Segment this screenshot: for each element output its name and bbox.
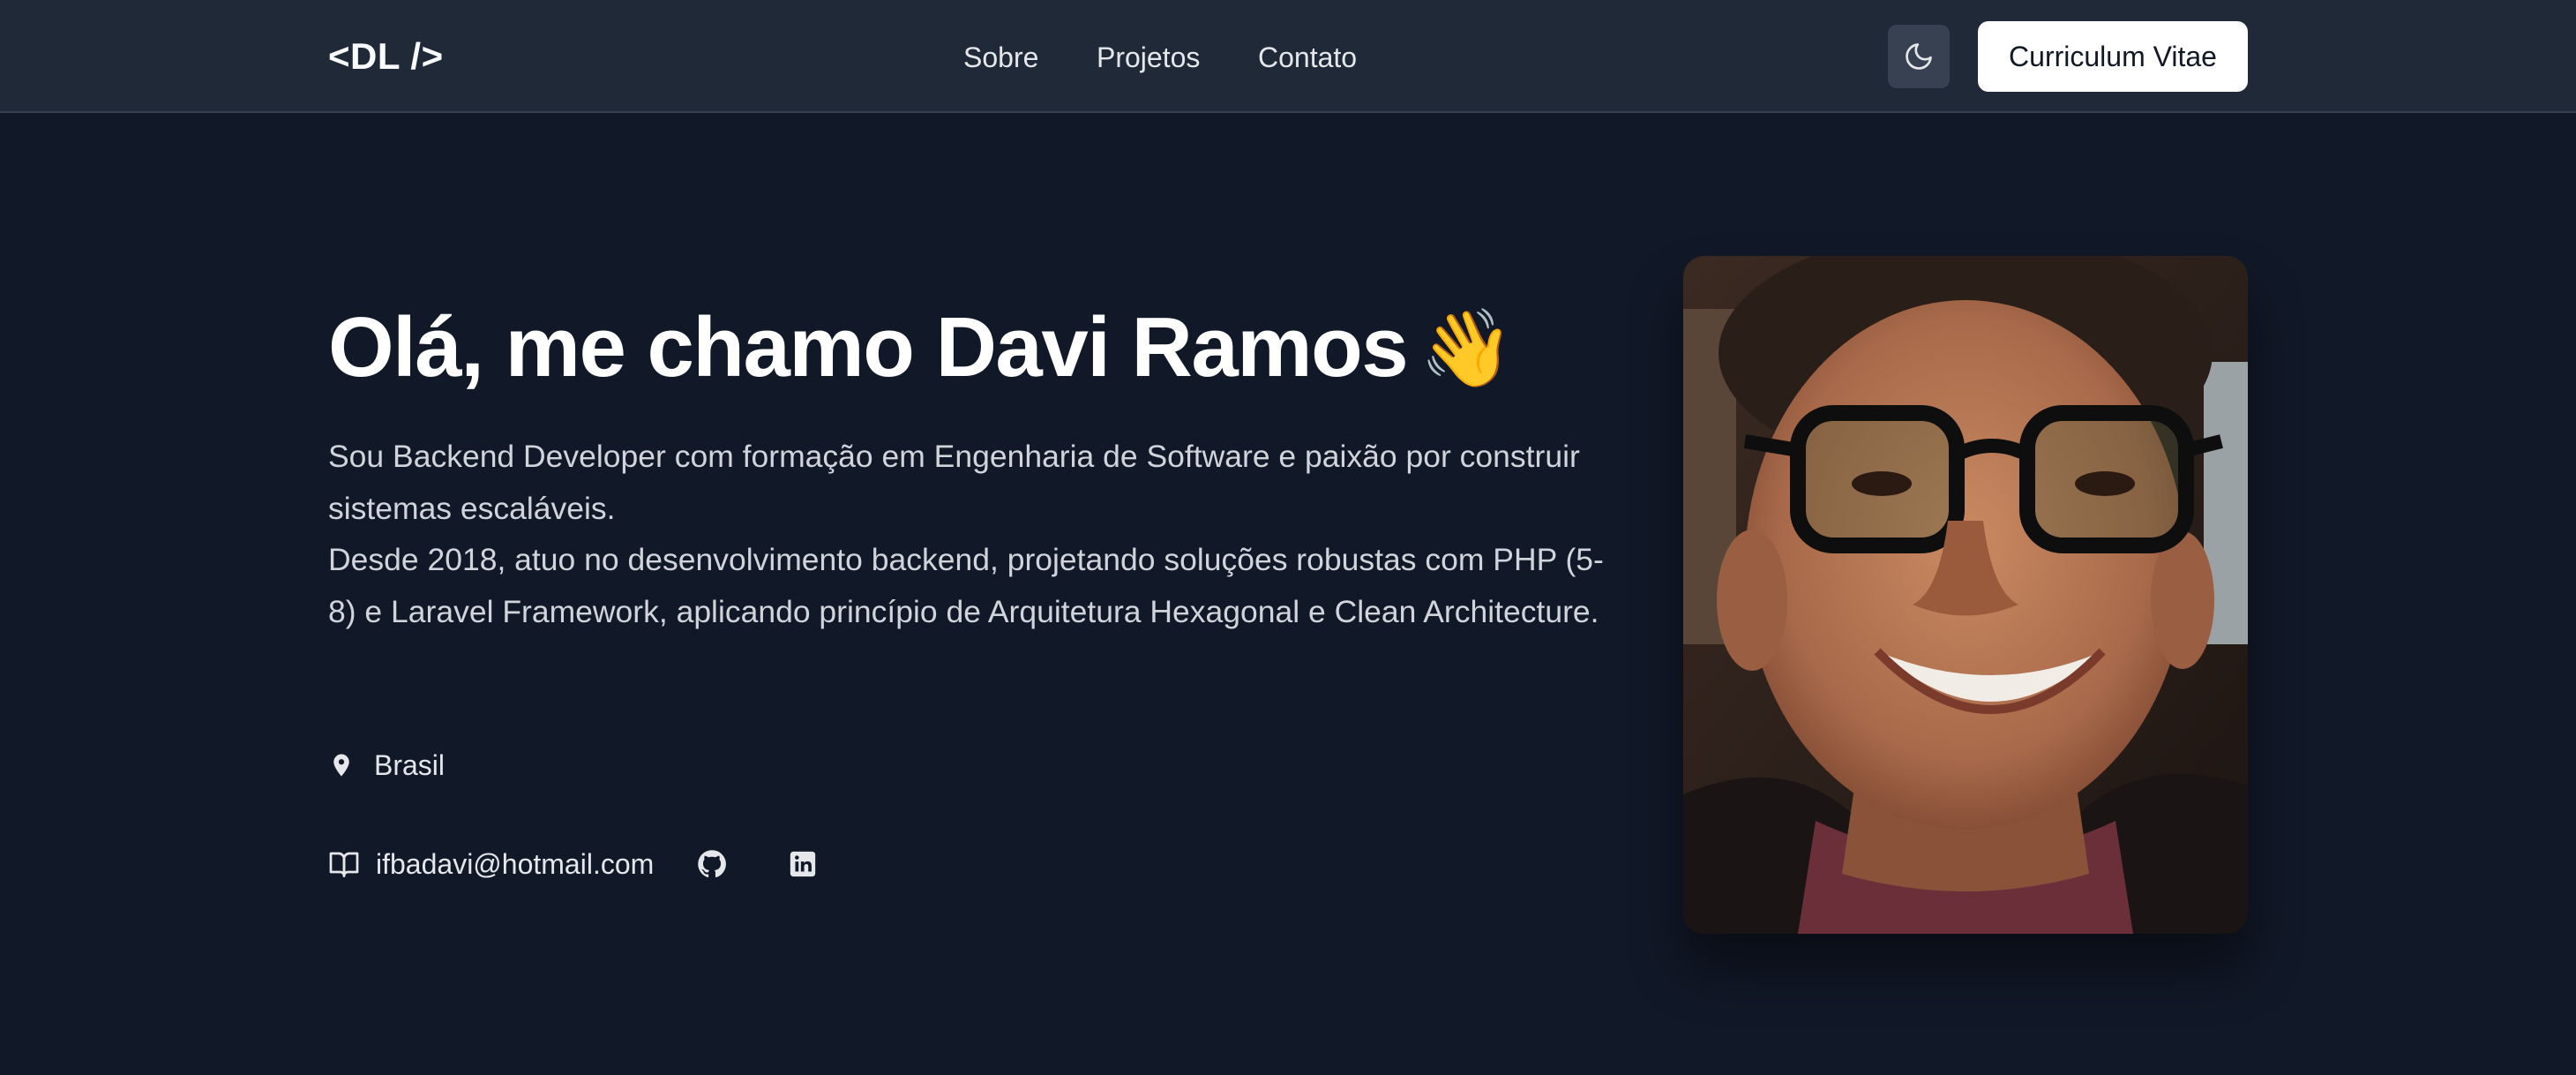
email-link[interactable]: ifbadavi@hotmail.com xyxy=(328,848,654,881)
nav-link-projetos[interactable]: Projetos xyxy=(1097,35,1200,79)
bio-paragraph: Desde 2018, atuo no desenvolvimento back… xyxy=(328,542,1604,629)
profile-portrait xyxy=(1683,256,2248,934)
email-address: ifbadavi@hotmail.com xyxy=(376,847,655,880)
linkedin-icon xyxy=(790,851,816,877)
hero-bio: Sou Backend Developer com formação em En… xyxy=(328,431,1625,637)
map-pin-icon xyxy=(333,754,349,777)
site-header: <DL /> Sobre Projetos Contato Curriculum… xyxy=(0,0,2576,113)
bio-paragraph: Sou Backend Developer com formação em En… xyxy=(328,439,1580,526)
github-link[interactable] xyxy=(696,848,728,880)
hero-title: Olá, me chamo Davi Ramos 👋 xyxy=(328,297,1514,400)
nav-link-sobre[interactable]: Sobre xyxy=(963,35,1038,79)
profile-photo xyxy=(1683,256,2248,934)
moon-icon xyxy=(1906,43,1932,70)
site-logo[interactable]: <DL /> xyxy=(328,34,444,79)
contact-links: ifbadavi@hotmail.com xyxy=(328,842,818,886)
hero-title-text: Olá, me chamo Davi Ramos xyxy=(328,300,1409,395)
location: Brasil xyxy=(328,743,445,787)
linkedin-link[interactable] xyxy=(788,849,818,879)
location-label: Brasil xyxy=(374,748,446,781)
theme-toggle-button[interactable] xyxy=(1888,25,1950,88)
waving-hand-emoji: 👋 xyxy=(1419,306,1514,391)
nav-link-contato[interactable]: Contato xyxy=(1258,35,1357,79)
book-open-icon xyxy=(329,852,359,877)
github-icon xyxy=(698,850,727,878)
curriculum-vitae-button[interactable]: Curriculum Vitae xyxy=(1978,21,2248,92)
